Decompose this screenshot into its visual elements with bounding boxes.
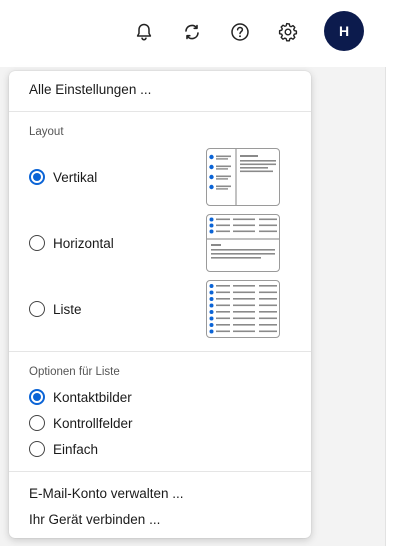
layout-option-vertical[interactable]: Vertikal — [29, 169, 97, 185]
list-options-section-label: Optionen für Liste — [29, 366, 120, 378]
radio-button-checked[interactable] — [29, 169, 45, 185]
bell-icon — [136, 23, 152, 41]
radio-button[interactable] — [29, 441, 45, 457]
list-option-label: Einfach — [53, 441, 99, 457]
divider — [9, 351, 311, 352]
notifications-button[interactable] — [130, 18, 158, 46]
divider — [9, 471, 311, 472]
layout-section-label: Layout — [29, 126, 64, 138]
list-option-contact-pictures[interactable]: Kontaktbilder — [29, 389, 132, 405]
horizontal-layout-illustration — [207, 217, 279, 259]
layout-option-label: Vertikal — [53, 169, 98, 185]
right-panel-edge — [385, 67, 417, 546]
manage-email-account-link[interactable]: E-Mail-Konto verwalten ... — [29, 486, 184, 501]
sync-icon — [185, 24, 199, 40]
horizontal-layout-preview[interactable] — [206, 214, 280, 272]
layout-option-label: Horizontal — [53, 235, 114, 251]
all-settings-link[interactable]: Alle Einstellungen ... — [29, 82, 151, 97]
list-layout-illustration — [209, 284, 277, 334]
settings-dropdown-menu: Alle Einstellungen ... Layout Vertikal H… — [9, 71, 311, 538]
connect-device-link[interactable]: Ihr Gerät verbinden ... — [29, 512, 160, 527]
avatar-initial: H — [338, 23, 350, 39]
list-option-simple[interactable]: Einfach — [29, 441, 98, 457]
layout-option-list[interactable]: Liste — [29, 301, 82, 317]
radio-button[interactable] — [29, 235, 45, 251]
layout-option-horizontal[interactable]: Horizontal — [29, 235, 114, 251]
radio-button[interactable] — [29, 415, 45, 431]
gear-icon — [278, 22, 298, 42]
vertical-layout-preview[interactable] — [206, 148, 280, 206]
divider — [9, 111, 311, 112]
avatar[interactable]: H — [324, 11, 364, 51]
top-bar: H — [0, 0, 417, 67]
sync-button[interactable] — [178, 18, 206, 46]
radio-button-checked[interactable] — [29, 389, 45, 405]
help-icon — [231, 23, 249, 41]
help-button[interactable] — [226, 18, 254, 46]
vertical-layout-illustration — [209, 149, 276, 205]
list-option-label: Kontrollfelder — [53, 415, 133, 431]
layout-option-label: Liste — [53, 301, 82, 317]
list-option-label: Kontaktbilder — [53, 389, 132, 405]
list-option-checkboxes[interactable]: Kontrollfelder — [29, 415, 133, 431]
radio-button[interactable] — [29, 301, 45, 317]
settings-button[interactable] — [274, 18, 302, 46]
list-layout-preview[interactable] — [206, 280, 280, 338]
